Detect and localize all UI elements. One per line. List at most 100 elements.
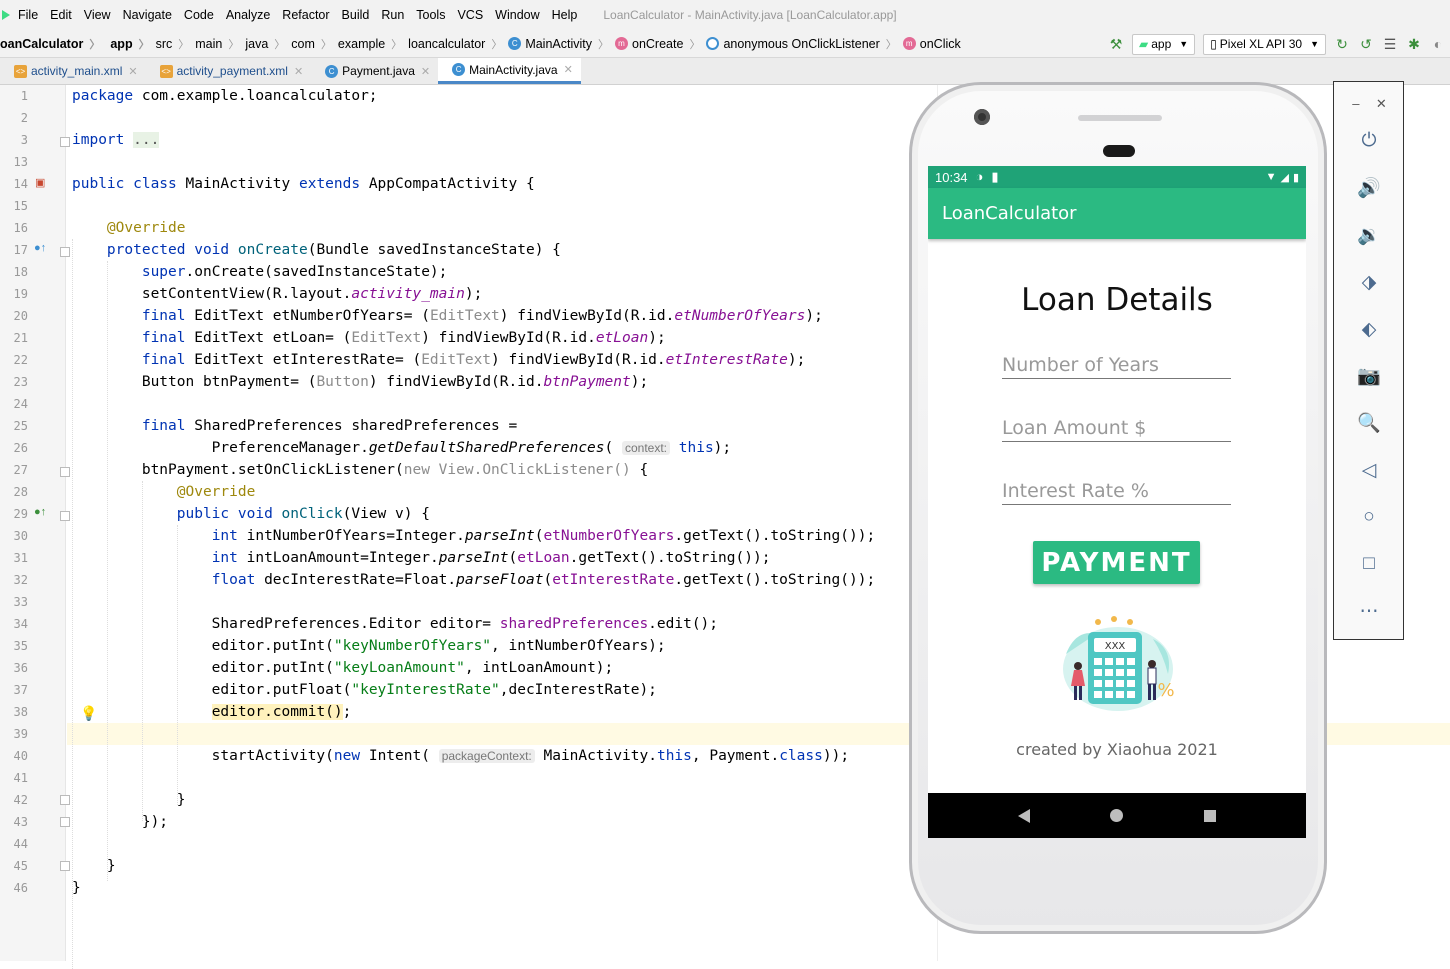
- breadcrumb-project[interactable]: oanCalculator 〉: [0, 36, 106, 52]
- override-method-icon[interactable]: ●↑: [34, 242, 46, 254]
- fold-marker[interactable]: [60, 511, 70, 521]
- code-line: SharedPreferences.Editor editor= sharedP…: [72, 616, 719, 632]
- code-line: }: [72, 858, 116, 874]
- overview-icon[interactable]: □: [1356, 551, 1382, 577]
- run-list-icon[interactable]: ☰: [1381, 35, 1399, 53]
- emulator-screen[interactable]: 10:34 ◑ ▮ ▼ ◢ ▮ LoanCalculator Loan Deta…: [928, 166, 1306, 838]
- menu-build[interactable]: Build: [342, 8, 370, 22]
- screenshot-camera-icon[interactable]: 📷: [1356, 363, 1382, 389]
- tab-activity-main-xml[interactable]: <> activity_main.xml ✕: [0, 58, 146, 84]
- breadcrumb-class[interactable]: C MainActivity 〉: [508, 36, 615, 52]
- dropdown-arrow-icon: ▼: [1310, 39, 1319, 49]
- fold-marker[interactable]: [60, 795, 70, 805]
- line-number: 34: [13, 617, 28, 631]
- loan-amount-placeholder: Loan Amount $: [1002, 417, 1147, 439]
- more-options-icon[interactable]: ⋯: [1356, 598, 1382, 624]
- volume-up-icon[interactable]: 🔊: [1356, 175, 1382, 201]
- app-bar-title: LoanCalculator: [928, 188, 1306, 239]
- back-icon[interactable]: ◁: [1356, 457, 1382, 483]
- breadcrumb-main[interactable]: main 〉: [195, 36, 245, 52]
- menu-help[interactable]: Help: [552, 8, 578, 22]
- menu-view[interactable]: View: [84, 8, 111, 22]
- apply-changes-restart-icon[interactable]: ↻: [1333, 35, 1351, 53]
- volume-down-icon[interactable]: 🔉: [1356, 222, 1382, 248]
- chevron-right-icon: 〉: [491, 38, 503, 51]
- power-icon[interactable]: ⏻: [1356, 128, 1382, 154]
- breadcrumb-src[interactable]: src 〉: [156, 36, 196, 52]
- run-config-select[interactable]: ▰ app ▼: [1132, 33, 1196, 55]
- menu-window[interactable]: Window: [495, 8, 539, 22]
- calculator-display-text: XXX: [1105, 641, 1126, 652]
- chevron-right-icon: 〉: [138, 38, 150, 51]
- breadcrumb-java[interactable]: java 〉: [245, 36, 291, 52]
- chevron-right-icon: 〉: [89, 38, 101, 51]
- layout-file-icon[interactable]: ▣: [35, 176, 45, 189]
- home-icon[interactable]: ○: [1356, 504, 1382, 530]
- close-icon[interactable]: ✕: [294, 65, 303, 78]
- line-number: 35: [13, 639, 28, 653]
- menu-tools[interactable]: Tools: [416, 8, 445, 22]
- chevron-right-icon: 〉: [391, 38, 403, 51]
- class-icon: C: [452, 63, 466, 76]
- line-number: 15: [13, 199, 28, 213]
- zoom-icon[interactable]: 🔍: [1356, 410, 1382, 436]
- close-icon[interactable]: ✕: [564, 63, 573, 76]
- menu-file[interactable]: File: [18, 8, 38, 22]
- close-icon[interactable]: ✕: [128, 65, 137, 78]
- close-icon[interactable]: ✕: [421, 65, 430, 78]
- minimize-icon[interactable]: –: [1352, 96, 1359, 112]
- fold-marker[interactable]: [60, 817, 70, 827]
- menu-refactor[interactable]: Refactor: [282, 8, 329, 22]
- credit-text: created by Xiaohua 2021: [1016, 740, 1218, 759]
- tab-payment-java[interactable]: C Payment.java ✕: [311, 58, 438, 84]
- run-config-label: app: [1151, 37, 1172, 51]
- rotate-left-icon[interactable]: ⬗: [1356, 269, 1382, 295]
- chevron-right-icon: 〉: [228, 38, 240, 51]
- menu-run[interactable]: Run: [381, 8, 404, 22]
- rotate-right-icon[interactable]: ⬖: [1356, 316, 1382, 342]
- fold-marker[interactable]: [60, 861, 70, 871]
- loan-amount-input[interactable]: Loan Amount $: [1002, 412, 1231, 442]
- device-label: Pixel XL API 30: [1219, 37, 1303, 51]
- code-line: editor.putInt("keyLoanAmount", intLoanAm…: [72, 660, 614, 676]
- breadcrumb-package[interactable]: loancalculator 〉: [408, 36, 508, 52]
- breadcrumb-app[interactable]: app 〉: [110, 36, 155, 52]
- code-line: final EditText etNumberOfYears= (EditTex…: [141, 308, 823, 324]
- number-of-years-input[interactable]: Number of Years: [1002, 349, 1231, 379]
- breadcrumb-label: loancalculator: [408, 36, 486, 51]
- fold-marker[interactable]: [60, 467, 70, 477]
- sd-card-icon: ▮: [991, 169, 999, 184]
- menu-code[interactable]: Code: [184, 8, 214, 22]
- home-icon[interactable]: [1110, 809, 1124, 822]
- recents-icon[interactable]: [1203, 809, 1216, 822]
- breadcrumb-com[interactable]: com 〉: [291, 36, 338, 52]
- menu-edit[interactable]: Edit: [50, 8, 72, 22]
- menu-analyze[interactable]: Analyze: [226, 8, 270, 22]
- debug-bug-icon[interactable]: ✱: [1405, 35, 1423, 53]
- tab-label: activity_payment.xml: [176, 64, 288, 78]
- profiler-icon[interactable]: ◐: [1429, 35, 1447, 53]
- build-hammer-icon[interactable]: ⚒: [1107, 35, 1125, 53]
- breadcrumb-example[interactable]: example 〉: [338, 36, 408, 52]
- implement-method-icon[interactable]: ●↑: [34, 506, 46, 518]
- menu-vcs[interactable]: VCS: [457, 8, 483, 22]
- tab-mainactivity-java[interactable]: C MainActivity.java ✕: [438, 58, 581, 84]
- code-line: float decInterestRate=Float.parseFloat(e…: [211, 572, 876, 588]
- breadcrumb-method-oncreate[interactable]: m onCreate 〉: [615, 36, 706, 52]
- fold-marker[interactable]: [60, 137, 70, 147]
- code-line: }: [72, 792, 186, 808]
- tab-activity-payment-xml[interactable]: <> activity_payment.xml ✕: [146, 58, 312, 84]
- device-select[interactable]: ▯ Pixel XL API 30 ▼: [1203, 33, 1326, 55]
- payment-button[interactable]: PAYMENT: [1033, 541, 1200, 584]
- window-title: LoanCalculator - MainActivity.java [Loan…: [603, 8, 897, 22]
- code-line: btnPayment.setOnClickListener(new View.O…: [72, 462, 649, 478]
- breadcrumb-anonymous-class[interactable]: anonymous OnClickListener 〉: [706, 36, 902, 52]
- breadcrumb-method-onclick[interactable]: m onClick: [902, 37, 961, 51]
- breadcrumb-label: oanCalculator: [0, 36, 84, 51]
- fold-marker[interactable]: [60, 247, 70, 257]
- close-icon[interactable]: ✕: [1376, 96, 1387, 112]
- menu-navigate[interactable]: Navigate: [123, 8, 172, 22]
- apply-code-changes-icon[interactable]: ↺: [1357, 35, 1375, 53]
- back-icon[interactable]: [1018, 808, 1031, 823]
- interest-rate-input[interactable]: Interest Rate %: [1002, 475, 1231, 505]
